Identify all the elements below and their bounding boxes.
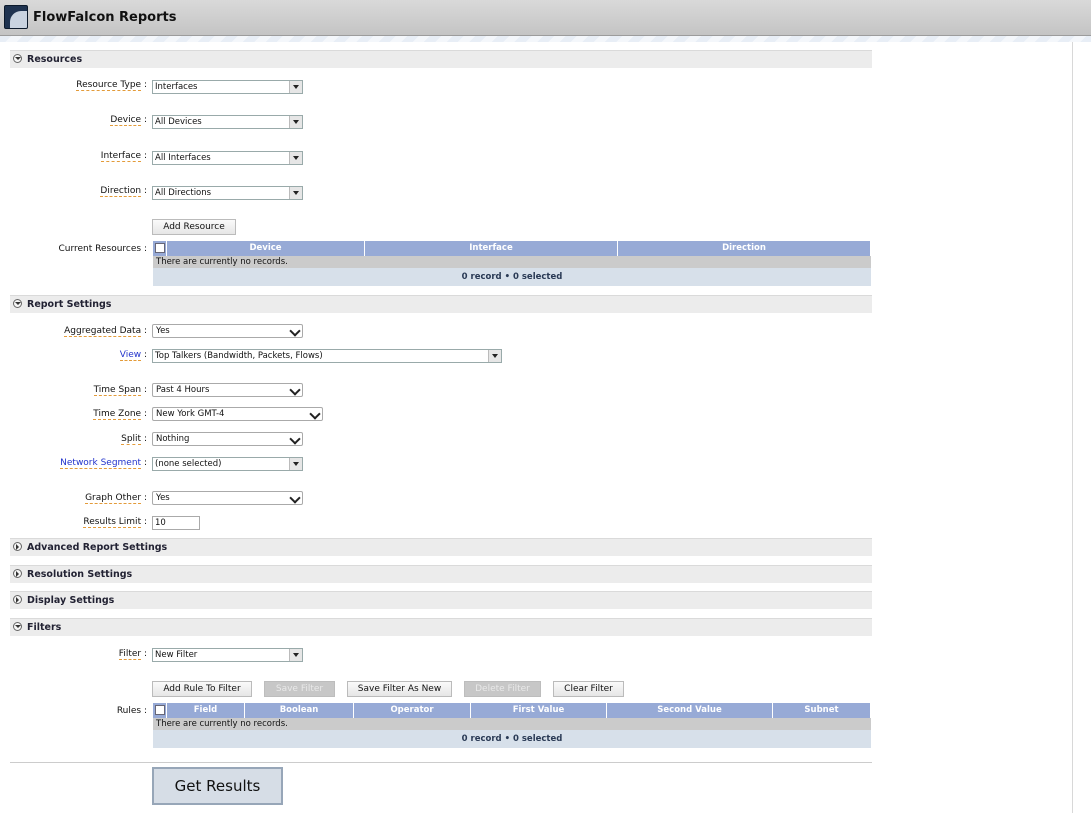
chevron-down-icon — [289, 433, 301, 445]
select-all-cell[interactable] — [153, 241, 167, 256]
resource-type-select[interactable]: Interfaces — [152, 80, 303, 94]
section-title: Resources — [27, 54, 83, 65]
column-subnet[interactable]: Subnet — [773, 703, 871, 718]
results-limit-label: Results Limit : — [83, 517, 147, 528]
network-segment-label: Network Segment : — [60, 458, 147, 469]
collapse-arrow-icon[interactable] — [13, 622, 22, 631]
chevron-down-icon — [309, 408, 321, 420]
direction-label: Direction : — [100, 186, 147, 197]
filter-select[interactable]: New Filter — [152, 648, 303, 662]
interface-label: Interface : — [100, 151, 147, 162]
network-segment-select[interactable]: (none selected) — [152, 457, 303, 471]
filter-label: Filter : — [118, 649, 147, 660]
grid-header: Field Boolean Operator First Value Secon… — [153, 703, 871, 718]
dropdown-arrow-icon[interactable] — [488, 350, 501, 362]
chevron-down-icon — [289, 492, 301, 504]
time-zone-label: Time Zone : — [93, 409, 147, 420]
time-span-label: Time Span : — [93, 385, 147, 396]
column-field[interactable]: Field — [167, 703, 245, 718]
expand-arrow-icon[interactable] — [13, 542, 22, 551]
rules-label: Rules : — [116, 706, 147, 716]
scrollbar[interactable] — [1072, 42, 1091, 813]
split-select[interactable]: Nothing — [152, 432, 303, 446]
section-resources[interactable]: Resources — [10, 50, 872, 68]
add-rule-to-filter-button[interactable]: Add Rule To Filter — [152, 681, 252, 697]
chevron-down-icon — [289, 384, 301, 396]
collapse-arrow-icon[interactable] — [13, 299, 22, 308]
dropdown-arrow-icon[interactable] — [289, 458, 302, 470]
add-resource-button[interactable]: Add Resource — [152, 219, 236, 235]
column-interface[interactable]: Interface — [365, 241, 618, 256]
section-display-settings[interactable]: Display Settings — [10, 591, 872, 609]
get-results-button[interactable]: Get Results — [152, 767, 283, 805]
column-operator[interactable]: Operator — [354, 703, 471, 718]
view-select[interactable]: Top Talkers (Bandwidth, Packets, Flows) — [152, 349, 502, 363]
dropdown-arrow-icon[interactable] — [289, 649, 302, 661]
divider — [10, 762, 872, 763]
header-pattern — [0, 36, 1091, 42]
dropdown-arrow-icon[interactable] — [289, 152, 302, 164]
save-filter-button[interactable]: Save Filter — [264, 681, 335, 697]
grid-footer: 0 record • 0 selected — [153, 268, 871, 286]
dropdown-arrow-icon[interactable] — [289, 81, 302, 93]
section-title: Advanced Report Settings — [27, 542, 168, 553]
grid-footer: 0 record • 0 selected — [153, 730, 871, 748]
resource-type-label: Resource Type : — [76, 80, 147, 91]
chevron-down-icon — [289, 325, 301, 337]
columns-icon[interactable] — [155, 243, 165, 253]
section-advanced-report-settings[interactable]: Advanced Report Settings — [10, 538, 872, 556]
graph-other-label: Graph Other : — [85, 493, 147, 504]
section-filters[interactable]: Filters — [10, 618, 872, 636]
column-first-value[interactable]: First Value — [471, 703, 607, 718]
save-filter-as-new-button[interactable]: Save Filter As New — [347, 681, 452, 697]
select-all-cell[interactable] — [153, 703, 167, 718]
dropdown-arrow-icon[interactable] — [289, 116, 302, 128]
view-label: View : — [119, 350, 147, 361]
section-title: Report Settings — [27, 299, 112, 310]
section-resolution-settings[interactable]: Resolution Settings — [10, 565, 872, 583]
column-direction[interactable]: Direction — [618, 241, 871, 256]
time-span-select[interactable]: Past 4 Hours — [152, 383, 303, 397]
column-boolean[interactable]: Boolean — [245, 703, 354, 718]
section-title: Display Settings — [27, 595, 115, 606]
flowfalcon-logo-icon — [4, 5, 28, 29]
direction-select[interactable]: All Directions — [152, 186, 303, 200]
title-bar: FlowFalcon Reports — [0, 0, 1091, 36]
aggregated-data-select[interactable]: Yes — [152, 324, 303, 338]
column-second-value[interactable]: Second Value — [607, 703, 773, 718]
empty-message: There are currently no records. — [153, 718, 871, 730]
delete-filter-button[interactable]: Delete Filter — [464, 681, 541, 697]
graph-other-select[interactable]: Yes — [152, 491, 303, 505]
section-report-settings[interactable]: Report Settings — [10, 295, 872, 313]
time-zone-select[interactable]: New York GMT-4 — [152, 407, 323, 421]
expand-arrow-icon[interactable] — [13, 595, 22, 604]
aggregated-data-label: Aggregated Data : — [64, 326, 147, 337]
interface-select[interactable]: All Interfaces — [152, 151, 303, 165]
columns-icon[interactable] — [155, 705, 165, 715]
empty-message: There are currently no records. — [153, 256, 871, 268]
split-label: Split : — [121, 434, 147, 445]
expand-arrow-icon[interactable] — [13, 569, 22, 578]
column-device[interactable]: Device — [167, 241, 365, 256]
device-select[interactable]: All Devices — [152, 115, 303, 129]
results-limit-input[interactable]: 10 — [152, 516, 200, 530]
current-resources-grid: Device Interface Direction There are cur… — [153, 241, 871, 288]
rules-grid: Field Boolean Operator First Value Secon… — [153, 703, 871, 750]
clear-filter-button[interactable]: Clear Filter — [553, 681, 624, 697]
grid-header: Device Interface Direction — [153, 241, 871, 256]
section-title: Filters — [27, 622, 62, 633]
current-resources-label: Current Resources : — [58, 244, 147, 254]
dropdown-arrow-icon[interactable] — [289, 187, 302, 199]
app-title: FlowFalcon Reports — [33, 10, 177, 25]
device-label: Device : — [110, 115, 147, 126]
collapse-arrow-icon[interactable] — [13, 54, 22, 63]
section-title: Resolution Settings — [27, 569, 133, 580]
